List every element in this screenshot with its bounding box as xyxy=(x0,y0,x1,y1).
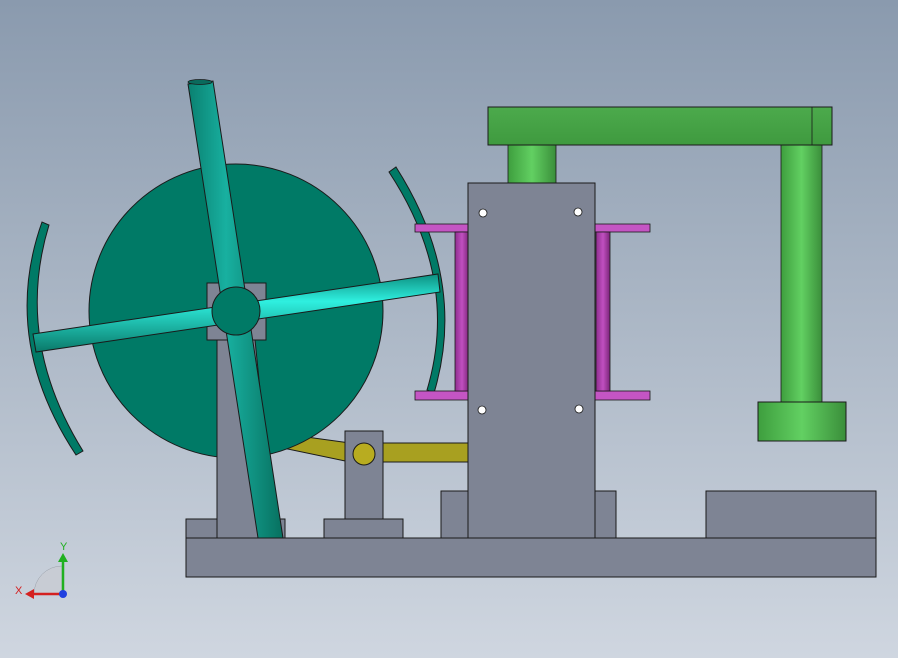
cad-viewport[interactable]: Y X xyxy=(0,0,898,658)
triad-plane-indicator xyxy=(33,565,63,595)
x-axis-label: X xyxy=(15,585,23,597)
y-axis-label: Y xyxy=(60,541,68,553)
z-axis-dot xyxy=(59,590,67,598)
axis-triad[interactable]: Y X xyxy=(0,0,898,658)
